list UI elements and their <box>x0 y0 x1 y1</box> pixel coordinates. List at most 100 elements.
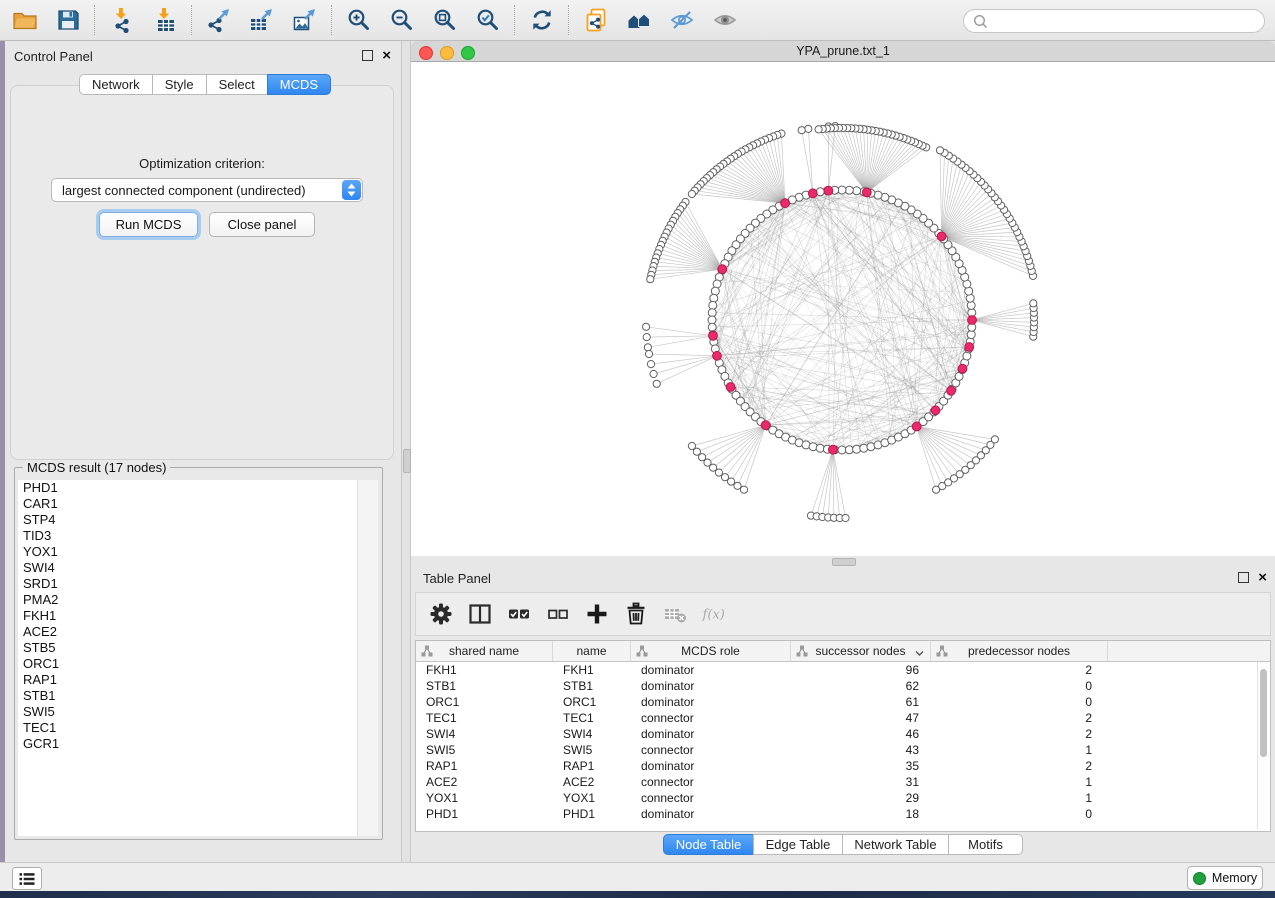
float-icon[interactable] <box>362 50 373 61</box>
import-network-icon[interactable] <box>105 3 139 37</box>
mcds-result-item[interactable]: SRD1 <box>18 576 357 592</box>
search-input[interactable] <box>989 11 1264 31</box>
mcds-result-item[interactable]: YOX1 <box>18 544 357 560</box>
table-row[interactable]: SWI5SWI5connector431 <box>416 742 1270 758</box>
tab-select[interactable]: Select <box>206 74 268 95</box>
mcds-result-item[interactable]: SWI4 <box>18 560 357 576</box>
export-image-icon[interactable] <box>288 3 322 37</box>
splitter-handle[interactable] <box>403 449 411 473</box>
close-panel-button[interactable]: Close panel <box>209 212 315 237</box>
add-column-icon[interactable] <box>584 601 610 627</box>
mcds-result-item[interactable]: TEC1 <box>18 720 357 736</box>
mcds-result-item[interactable]: ORC1 <box>18 656 357 672</box>
column-header-predecessor-nodes[interactable]: predecessor nodes <box>931 641 1108 661</box>
settings-gear-icon[interactable] <box>428 601 454 627</box>
splitter-handle[interactable] <box>832 558 856 566</box>
tab-mcds[interactable]: MCDS <box>267 74 331 95</box>
zoom-in-icon[interactable] <box>342 3 376 37</box>
scrollbar-thumb[interactable] <box>1260 669 1267 757</box>
export-network-icon[interactable] <box>202 3 236 37</box>
table-header-row: shared namenameMCDS rolesuccessor nodesp… <box>416 641 1270 662</box>
export-table-icon[interactable] <box>245 3 279 37</box>
mcds-result-list[interactable]: PHD1CAR1STP4TID3YOX1SWI4SRD1PMA2FKH1ACE2… <box>18 480 357 836</box>
clone-network-icon[interactable] <box>579 3 613 37</box>
open-file-icon[interactable] <box>8 3 42 37</box>
table-row[interactable]: YOX1YOX1connector291 <box>416 790 1270 806</box>
network-view-canvas[interactable] <box>411 62 1275 556</box>
mcds-result-item[interactable]: PHD1 <box>18 480 357 496</box>
mcds-result-item[interactable]: STB1 <box>18 688 357 704</box>
tab-network-table[interactable]: Network Table <box>842 834 949 855</box>
search-box[interactable] <box>963 9 1265 33</box>
delete-column-icon[interactable] <box>623 601 649 627</box>
close-icon[interactable]: × <box>382 51 391 61</box>
mcds-result-item[interactable]: SWI5 <box>18 704 357 720</box>
criterion-dropdown[interactable]: largest connected component (undirected) <box>51 178 363 202</box>
first-neighbors-icon[interactable] <box>622 3 656 37</box>
mcds-result-item[interactable]: FKH1 <box>18 608 357 624</box>
network-graph[interactable] <box>411 62 1275 556</box>
mcds-result-item[interactable]: CAR1 <box>18 496 357 512</box>
show-all-icon[interactable] <box>708 3 742 37</box>
table-scrollbar[interactable] <box>1257 662 1269 830</box>
import-table-icon[interactable] <box>148 3 182 37</box>
toolbar-separator <box>191 5 193 35</box>
column-header-MCDS-role[interactable]: MCDS role <box>631 641 791 661</box>
tab-motifs[interactable]: Motifs <box>948 834 1023 855</box>
table-row[interactable]: PHD1PHD1dominator180 <box>416 806 1270 822</box>
toolbar-separator <box>331 5 333 35</box>
column-header-successor-nodes[interactable]: successor nodes <box>791 641 931 661</box>
table-row[interactable]: SWI4SWI4dominator462 <box>416 726 1270 742</box>
float-icon[interactable] <box>1238 572 1249 583</box>
mcds-result-item[interactable]: GCR1 <box>18 736 357 752</box>
refresh-icon[interactable] <box>525 3 559 37</box>
cell-name: ACE2 <box>553 774 631 790</box>
network-window-titlebar[interactable]: YPA_prune.txt_1 <box>411 41 1275 62</box>
select-all-icon[interactable] <box>506 601 532 627</box>
cell-name: YOX1 <box>553 790 631 806</box>
column-visibility-icon[interactable] <box>467 601 493 627</box>
horizontal-splitter[interactable] <box>411 556 1275 566</box>
table-row[interactable]: FKH1FKH1dominator962 <box>416 662 1270 678</box>
svg-text:f(x): f(x) <box>702 608 725 623</box>
cell-shared-name: TEC1 <box>416 710 553 726</box>
node-table[interactable]: shared namenameMCDS rolesuccessor nodesp… <box>415 640 1271 832</box>
zoom-selected-icon[interactable] <box>471 3 505 37</box>
toolbar-separator <box>514 5 516 35</box>
table-row[interactable]: ACE2ACE2connector311 <box>416 774 1270 790</box>
mcds-result-group: MCDS result (17 nodes) PHD1CAR1STP4TID3Y… <box>14 467 383 840</box>
task-history-button[interactable] <box>12 867 42 890</box>
cell-MCDS-role: dominator <box>631 678 791 694</box>
mcds-result-item[interactable]: PMA2 <box>18 592 357 608</box>
run-mcds-button[interactable]: Run MCDS <box>99 212 198 237</box>
cell-predecessor-nodes: 1 <box>931 790 1108 806</box>
column-header-name[interactable]: name <box>553 641 631 661</box>
table-row[interactable]: ORC1ORC1dominator610 <box>416 694 1270 710</box>
vertical-splitter[interactable] <box>401 41 411 862</box>
zoom-fit-icon[interactable] <box>428 3 462 37</box>
mcds-result-item[interactable]: STP4 <box>18 512 357 528</box>
tab-edge-table[interactable]: Edge Table <box>753 834 843 855</box>
control-panel: Control Panel × NetworkStyleSelectMCDS O… <box>5 41 401 862</box>
desktop-edge-bottom <box>0 891 1275 898</box>
deselect-all-icon[interactable] <box>545 601 571 627</box>
table-row[interactable]: RAP1RAP1dominator352 <box>416 758 1270 774</box>
mcds-result-item[interactable]: ACE2 <box>18 624 357 640</box>
mcds-result-item[interactable]: STB5 <box>18 640 357 656</box>
zoom-out-icon[interactable] <box>385 3 419 37</box>
column-header-shared-name[interactable]: shared name <box>416 641 553 661</box>
close-icon[interactable]: × <box>1258 573 1267 583</box>
memory-button[interactable]: Memory <box>1187 866 1263 890</box>
tab-node-table[interactable]: Node Table <box>663 834 754 855</box>
table-row[interactable]: TEC1TEC1connector472 <box>416 710 1270 726</box>
mcds-list-scrollbar[interactable] <box>357 480 378 836</box>
mcds-result-title: MCDS result (17 nodes) <box>23 460 170 475</box>
mcds-result-item[interactable]: TID3 <box>18 528 357 544</box>
criterion-value: largest connected component (undirected) <box>52 183 342 198</box>
mcds-result-item[interactable]: RAP1 <box>18 672 357 688</box>
table-row[interactable]: STB1STB1dominator620 <box>416 678 1270 694</box>
hide-selected-icon[interactable] <box>665 3 699 37</box>
tab-network[interactable]: Network <box>79 74 153 95</box>
tab-style[interactable]: Style <box>152 74 207 95</box>
save-session-icon[interactable] <box>51 3 85 37</box>
